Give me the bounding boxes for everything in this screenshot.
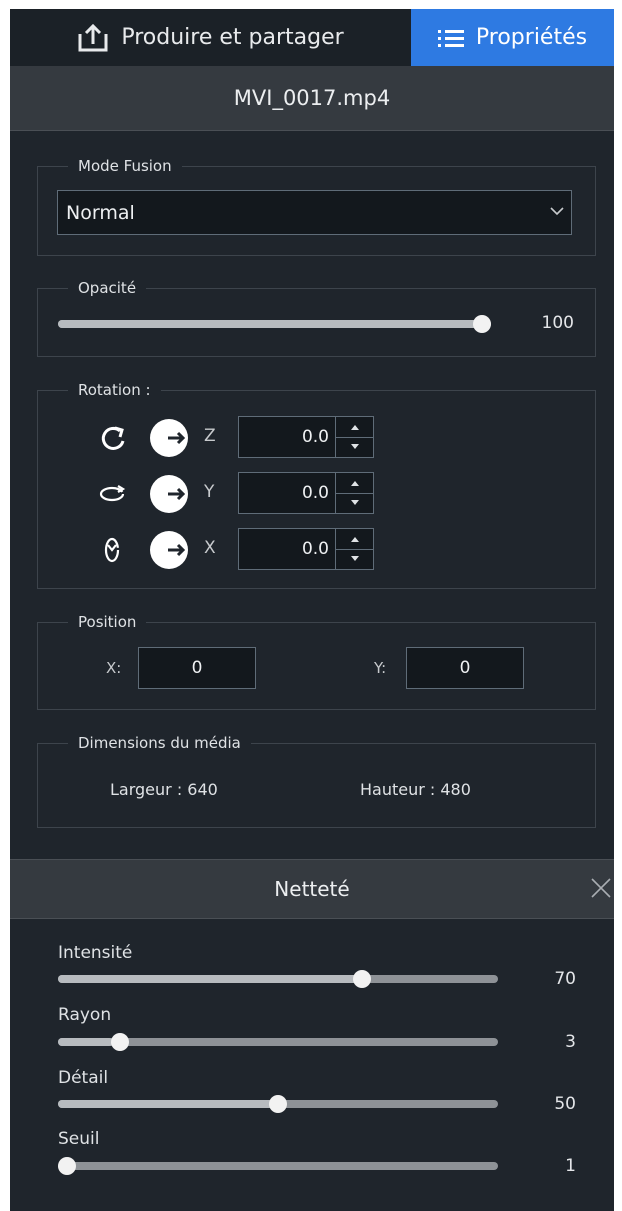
rotation-dial-y[interactable] (150, 475, 188, 513)
spin-up-button[interactable] (336, 529, 373, 550)
detail-label: Détail (58, 1068, 109, 1088)
intensity-slider-thumb[interactable] (353, 970, 372, 988)
sharpness-title: Netteté (274, 877, 350, 901)
tab-produce-share[interactable]: Produire et partager (10, 9, 411, 66)
rotation-dial-x[interactable] (150, 531, 188, 569)
intensity-slider-fill (58, 975, 366, 983)
caret-up-icon (350, 425, 359, 430)
arrow-right-icon (168, 543, 186, 557)
spin-up-button[interactable] (336, 417, 373, 438)
blend-mode-select[interactable]: Normal (57, 190, 572, 235)
radius-slider[interactable] (58, 1033, 498, 1051)
arrow-right-icon (168, 487, 186, 501)
rotation-y-input[interactable]: 0.0 (238, 472, 336, 514)
rotation-axis-label: Z (204, 426, 216, 446)
position-group: Position X: 0 Y: 0 (37, 612, 596, 710)
opacity-slider-fill (58, 320, 491, 328)
blend-mode-group: Mode Fusion Normal (37, 156, 596, 256)
opacity-legend: Opacité (68, 278, 147, 298)
tab-properties[interactable]: Propriétés (411, 9, 614, 66)
rotation-x-spinner (336, 528, 374, 570)
radius-value: 3 (565, 1032, 576, 1052)
detail-value: 50 (554, 1094, 576, 1114)
caret-up-icon (350, 537, 359, 542)
detail-slider-thumb[interactable] (269, 1095, 287, 1113)
rotation-group: Rotation : Z 0.0 Y 0.0 X 0.0 (37, 380, 596, 589)
caret-down-icon (350, 556, 359, 561)
tab-bar: Produire et partager Propriétés (10, 9, 614, 66)
intensity-value: 70 (554, 969, 576, 989)
threshold-value: 1 (565, 1156, 576, 1176)
list-icon (437, 29, 464, 47)
spin-down-button[interactable] (336, 437, 373, 457)
rotation-axis-label: Y (204, 482, 215, 502)
caret-down-icon (350, 444, 359, 449)
detail-slider-fill (58, 1100, 278, 1108)
rotation-axis-label: X (204, 538, 216, 558)
threshold-slider[interactable] (58, 1157, 498, 1175)
rotation-x-input[interactable]: 0.0 (238, 528, 336, 570)
rotation-y-spinner (336, 472, 374, 514)
rotate-y-icon (99, 485, 126, 502)
rotation-z-spinner (336, 416, 374, 458)
intensity-slider[interactable] (58, 970, 498, 988)
rotation-legend: Rotation : (68, 380, 161, 400)
arrow-right-icon (168, 431, 186, 445)
intensity-label: Intensité (58, 943, 133, 963)
blend-mode-legend: Mode Fusion (68, 156, 182, 176)
spin-down-button[interactable] (336, 493, 373, 513)
position-legend: Position (68, 612, 147, 632)
caret-up-icon (350, 481, 359, 486)
radius-slider-fill (58, 1038, 113, 1046)
chevron-down-icon (550, 207, 564, 216)
tab-properties-label: Propriétés (475, 25, 588, 50)
rotation-z-input[interactable]: 0.0 (238, 416, 336, 458)
media-dimensions-legend: Dimensions du média (68, 733, 251, 753)
file-name: MVI_0017.mp4 (233, 86, 391, 110)
position-y-label: Y: (374, 659, 387, 677)
detail-slider[interactable] (58, 1095, 498, 1113)
position-y-input[interactable]: 0 (406, 647, 524, 689)
rotate-x-icon (104, 537, 120, 563)
opacity-group: Opacité 100 (37, 278, 596, 357)
rotation-dial-z[interactable] (150, 419, 188, 457)
media-width: Largeur : 640 (110, 780, 218, 799)
share-icon (78, 23, 108, 51)
threshold-slider-thumb[interactable] (58, 1157, 76, 1175)
radius-label: Rayon (58, 1005, 112, 1025)
opacity-slider-thumb[interactable] (473, 315, 491, 333)
properties-panel: Produire et partager Propriétés MVI_0017… (10, 9, 614, 1211)
tab-produce-share-label: Produire et partager (121, 25, 344, 50)
spin-down-button[interactable] (336, 549, 373, 569)
threshold-label: Seuil (58, 1129, 100, 1149)
media-height: Hauteur : 480 (360, 780, 471, 799)
blend-mode-value: Normal (66, 201, 135, 224)
opacity-slider[interactable] (58, 315, 491, 333)
position-x-input[interactable]: 0 (138, 647, 256, 689)
opacity-value: 100 (541, 313, 574, 333)
position-x-label: X: (106, 659, 122, 677)
sharpness-header: Netteté (10, 859, 614, 919)
radius-slider-thumb[interactable] (110, 1033, 129, 1051)
close-icon[interactable] (590, 877, 612, 899)
spin-up-button[interactable] (336, 473, 373, 494)
rotate-z-icon (101, 426, 125, 450)
media-dimensions-group: Dimensions du média Largeur : 640 Hauteu… (37, 733, 596, 828)
file-name-header: MVI_0017.mp4 (10, 66, 614, 131)
caret-down-icon (350, 500, 359, 505)
